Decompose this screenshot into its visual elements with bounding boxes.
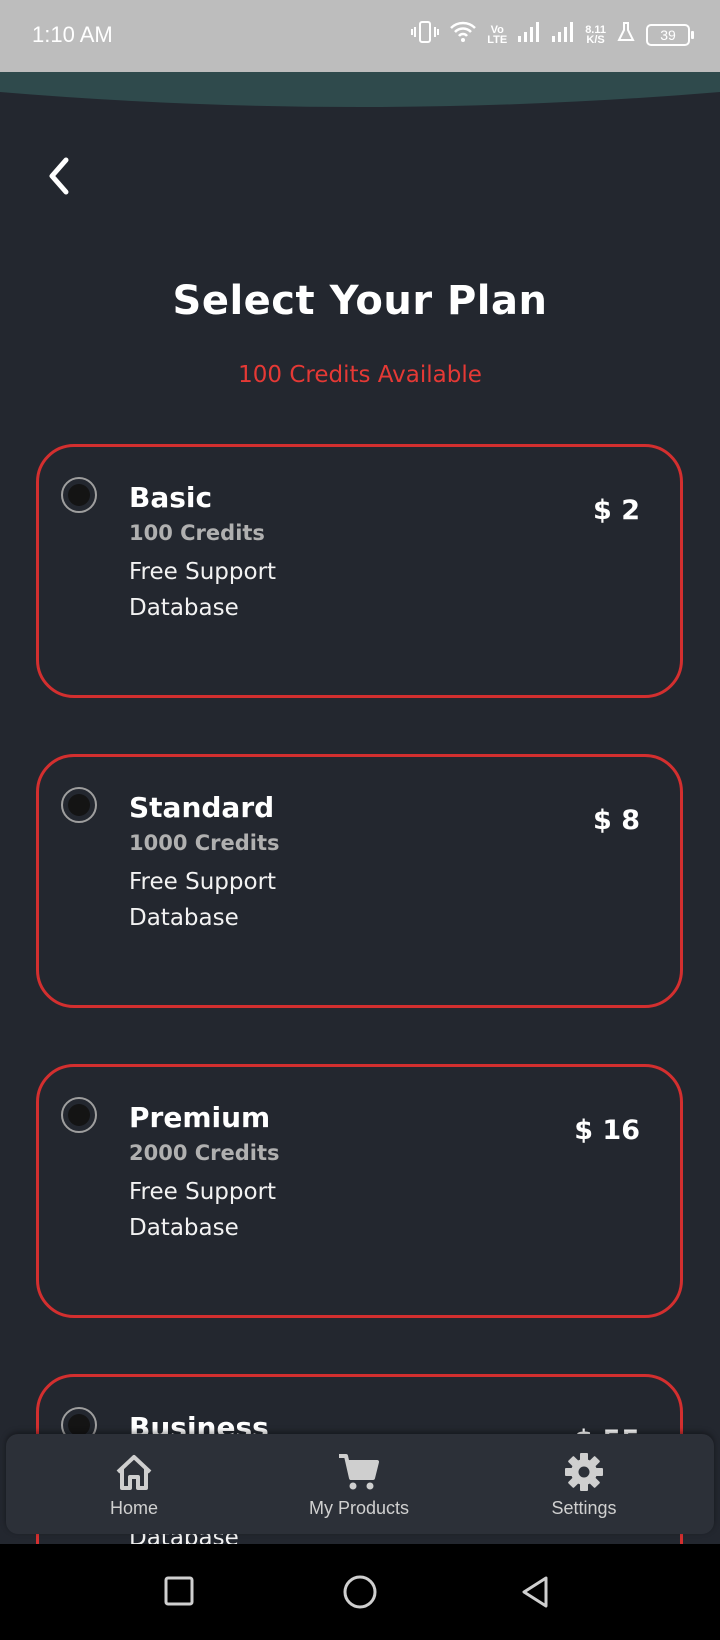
nav-my-products[interactable]: My Products: [259, 1434, 459, 1534]
bottom-nav: Home My Products Settings: [6, 1434, 714, 1534]
speed-value: 8.11: [585, 23, 606, 36]
status-icons: Vo LTE 8.11 K/S 39: [411, 20, 694, 49]
status-time: 1:10 AM: [32, 22, 113, 47]
nav-my-products-label: My Products: [308, 1498, 410, 1518]
back-triangle-icon[interactable]: [518, 1574, 554, 1610]
battery-icon: 39: [646, 23, 694, 46]
plan-credits: 2000 Credits: [129, 1141, 280, 1165]
gear-icon: [565, 1453, 603, 1491]
back-button[interactable]: [40, 150, 80, 202]
volte-bottom: LTE: [487, 33, 508, 46]
plan-card-basic[interactable]: Basic 100 Credits Free Support Database …: [36, 444, 683, 698]
speed-unit: K/S: [586, 33, 605, 46]
plan-feature: Database: [129, 595, 239, 621]
volte-indicator: Vo LTE: [487, 23, 508, 46]
plan-credits: 1000 Credits: [129, 831, 280, 855]
page-title: Select Your Plan: [172, 278, 548, 324]
plan-price: $ 8: [593, 805, 640, 836]
vibrate-icon: [411, 20, 440, 49]
plan-feature: Database: [129, 1215, 239, 1241]
header-curve: [0, 72, 720, 107]
volte-top: Vo: [490, 23, 504, 36]
system-nav-bar: [0, 1544, 720, 1640]
credits-available: 100 Credits Available: [238, 362, 482, 388]
plan-feature: Free Support: [129, 559, 277, 585]
plan-feature: Database: [129, 905, 239, 931]
recents-square-icon[interactable]: [162, 1574, 198, 1610]
nav-settings-label: Settings: [551, 1498, 617, 1518]
cart-icon: [339, 1454, 379, 1490]
nav-home[interactable]: Home: [34, 1434, 234, 1534]
plan-feature: Free Support: [129, 1179, 277, 1205]
plan-card-standard[interactable]: Standard 1000 Credits Free Support Datab…: [36, 754, 683, 1008]
plan-feature: Free Support: [129, 869, 277, 895]
plan-card-premium[interactable]: Premium 2000 Credits Free Support Databa…: [36, 1064, 683, 1318]
plan-radio[interactable]: [61, 1097, 97, 1133]
network-speed: 8.11 K/S: [585, 23, 606, 46]
status-bar: 1:10 AM Vo LTE 8.11 K/S 39: [0, 0, 720, 72]
plan-price: $ 16: [574, 1115, 640, 1146]
home-circle-icon[interactable]: [340, 1574, 380, 1610]
flask-icon: [616, 21, 636, 48]
chevron-left-icon: [49, 157, 69, 195]
nav-home-label: Home: [109, 1498, 158, 1518]
plan-radio[interactable]: [61, 787, 97, 823]
wifi-icon: [449, 21, 477, 48]
plan-price: $ 2: [593, 495, 640, 526]
plan-name: Standard: [129, 791, 275, 824]
home-icon: [116, 1455, 152, 1490]
plan-credits: 100 Credits: [129, 521, 265, 545]
nav-settings[interactable]: Settings: [484, 1434, 684, 1534]
plan-name: Premium: [129, 1101, 271, 1134]
plan-name: Basic: [129, 481, 213, 514]
signal-icon-2: [551, 21, 575, 48]
signal-icon-1: [517, 21, 541, 48]
plan-radio[interactable]: [61, 477, 97, 513]
